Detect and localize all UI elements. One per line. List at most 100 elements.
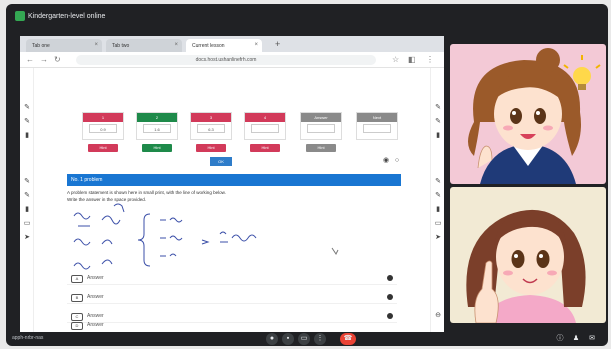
card-value: 0.9: [89, 124, 117, 133]
video-call-window: Kindergarten-level online Tab one × Tab …: [6, 4, 608, 346]
answer-row[interactable]: B Answer: [67, 292, 397, 304]
zoom-out-icon[interactable]: ⊖: [434, 312, 442, 320]
answer-row[interactable]: A Answer: [67, 273, 397, 285]
row-badge: C: [71, 313, 83, 321]
camera-icon[interactable]: ▪: [282, 333, 294, 345]
hint-button[interactable]: Hint: [88, 144, 118, 152]
row-badge: A: [71, 275, 83, 283]
row-label: Answer: [87, 275, 104, 281]
card-value: [307, 124, 335, 133]
pen-icon[interactable]: ✎: [434, 118, 442, 126]
more-icon[interactable]: ⋮: [314, 333, 326, 345]
pointer-icon[interactable]: ➤: [23, 234, 31, 242]
shared-screen: Tab one × Tab two × Current lesson × + ←…: [20, 36, 444, 332]
present-icon[interactable]: ▭: [298, 333, 310, 345]
avatar-girl-pointing: [466, 209, 586, 323]
pen-icon[interactable]: ✎: [434, 178, 442, 186]
mic-icon[interactable]: ●: [266, 333, 278, 345]
left-toolbar: ✎ ✎ ▮ ✎ ✎ ▮ ▭ ➤: [20, 68, 34, 332]
url-field[interactable]: docs.host.ushanlinefrh.com: [76, 55, 376, 65]
meet-title: Kindergarten-level online: [28, 13, 106, 20]
lesson-page: ✎ ✎ ▮ ✎ ✎ ▮ ▭ ➤ ✎ ✎ ▮ ✎ ✎ ▮ ▭ ➤ ⊖ 1 0.9 …: [20, 68, 444, 332]
right-toolbar: ✎ ✎ ▮ ✎ ✎ ▮ ▭ ➤ ⊖: [430, 68, 444, 332]
eraser-icon[interactable]: ▭: [434, 220, 442, 228]
card-head: 2: [137, 113, 177, 122]
tab-label: Current lesson: [192, 43, 225, 49]
address-bar: ← → ↻ docs.host.ushanlinefrh.com ☆ ◧ ⋮: [20, 52, 444, 68]
chat-icon[interactable]: ✉: [586, 333, 598, 345]
tab-label: Tab one: [32, 43, 50, 49]
row-badge: D: [71, 322, 83, 330]
answer-row[interactable]: C Answer: [67, 311, 397, 323]
info-icon[interactable]: ⓘ: [554, 333, 566, 345]
pen-icon[interactable]: ✎: [434, 104, 442, 112]
close-icon[interactable]: ×: [94, 42, 98, 48]
answer-card[interactable]: 1 0.9: [82, 112, 124, 140]
star-icon[interactable]: ☆: [392, 55, 399, 64]
meet-top-bar: Kindergarten-level online: [6, 4, 608, 30]
browser-tab[interactable]: Tab two ×: [106, 39, 182, 52]
row-label: Answer: [87, 294, 104, 300]
reload-icon[interactable]: ↻: [54, 55, 61, 64]
handwritten-working: [73, 203, 339, 270]
card-head: 3: [191, 113, 231, 122]
settings-icon[interactable]: ◉: [382, 157, 390, 165]
record-icon[interactable]: [387, 313, 393, 319]
pointer-icon[interactable]: ➤: [434, 234, 442, 242]
record-icon[interactable]: [387, 294, 393, 300]
new-tab-icon[interactable]: +: [275, 39, 280, 49]
meet-control-bar: apph-nrbr-nas ● ▪ ▭ ⋮ ☎ ⓘ ♟ ✉: [6, 332, 608, 346]
marker-icon[interactable]: ▮: [434, 132, 442, 140]
row-label: Answer: [87, 322, 104, 328]
answer-card[interactable]: 2 1.6: [136, 112, 178, 140]
participant-tile[interactable]: [450, 187, 606, 323]
browser-tab[interactable]: Tab one ×: [26, 39, 102, 52]
card-value: [363, 124, 391, 133]
pen-icon[interactable]: ✎: [434, 192, 442, 200]
pen-icon[interactable]: ✎: [23, 118, 31, 126]
browser-tab-active[interactable]: Current lesson ×: [186, 39, 262, 52]
hangup-icon[interactable]: ☎: [340, 333, 356, 345]
hint-button[interactable]: Hint: [142, 144, 172, 152]
row-badge: B: [71, 294, 83, 302]
answer-card[interactable]: Answer: [300, 112, 342, 140]
avatar-girl-idea: [468, 48, 601, 184]
marker-icon[interactable]: ▮: [434, 206, 442, 214]
help-icon[interactable]: ○: [393, 157, 401, 165]
marker-icon[interactable]: ▮: [23, 132, 31, 140]
menu-icon[interactable]: ⋮: [426, 55, 434, 64]
answer-card[interactable]: 3 6.3: [190, 112, 232, 140]
extensions-icon[interactable]: ◧: [408, 55, 416, 64]
question-text: A problem statement is shown here in sma…: [67, 189, 397, 203]
meet-logo-icon: [15, 11, 25, 21]
pen-icon[interactable]: ✎: [23, 178, 31, 186]
browser-tab-bar: Tab one × Tab two × Current lesson × +: [20, 36, 444, 52]
hint-button[interactable]: Hint: [196, 144, 226, 152]
tab-label: Tab two: [112, 43, 130, 49]
close-icon[interactable]: ×: [174, 42, 178, 48]
hint-button[interactable]: Hint: [306, 144, 336, 152]
card-value: 1.6: [143, 124, 171, 133]
answer-card[interactable]: Next: [356, 112, 398, 140]
pen-icon[interactable]: ✎: [23, 104, 31, 112]
pen-icon[interactable]: ✎: [23, 192, 31, 200]
close-icon[interactable]: ×: [254, 42, 258, 48]
record-icon[interactable]: [387, 275, 393, 281]
participant-tile[interactable]: [450, 44, 606, 184]
people-icon[interactable]: ♟: [570, 333, 582, 345]
card-value: [251, 124, 279, 133]
answer-card[interactable]: 4: [244, 112, 286, 140]
card-value: 6.3: [197, 124, 225, 133]
card-head: Answer: [301, 113, 341, 122]
question-line: A problem statement is shown here in sma…: [67, 190, 226, 195]
back-icon[interactable]: ←: [26, 55, 34, 64]
marker-icon[interactable]: ▮: [23, 206, 31, 214]
card-head: 4: [245, 113, 285, 122]
meeting-code: apph-nrbr-nas: [12, 335, 44, 341]
eraser-icon[interactable]: ▭: [23, 220, 31, 228]
confirm-button[interactable]: OK: [210, 157, 232, 166]
forward-icon[interactable]: →: [40, 55, 48, 64]
card-head: 1: [83, 113, 123, 122]
hint-button[interactable]: Hint: [250, 144, 280, 152]
section-heading: No. 1 problem: [67, 174, 401, 186]
